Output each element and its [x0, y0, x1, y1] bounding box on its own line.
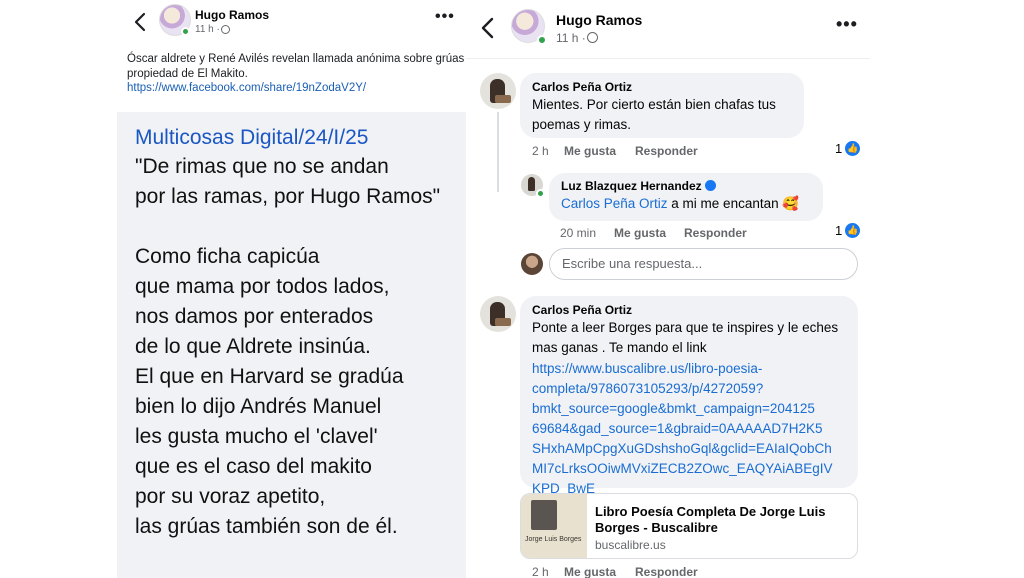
book-cover-image: [531, 500, 557, 530]
comment-link-line: completa/9786073105293/p/4272059?: [532, 381, 764, 396]
commenter-avatar[interactable]: [480, 73, 516, 109]
poem-line: de lo que Aldrete insinúa.: [135, 335, 371, 358]
comment-age: 2 h: [532, 565, 549, 578]
link-preview-card[interactable]: Jorge Luis Borges Libro Poesía Completa …: [520, 493, 858, 559]
comment-age: 2 h: [532, 144, 549, 158]
comment-bubble: Luz Blazquez Hernandez Carlos Peña Ortiz…: [549, 173, 823, 221]
poem-line: Como ficha capicúa: [135, 245, 320, 268]
poem-line: por su voraz apetito,: [135, 485, 326, 508]
online-indicator: [536, 189, 545, 198]
avatar-figure: [495, 318, 511, 326]
header-divider: [466, 58, 870, 59]
like-count-value: 1: [835, 141, 843, 156]
globe-icon: [587, 32, 598, 43]
comment-age: 20 min: [560, 226, 597, 240]
post-time[interactable]: 11 h ·: [195, 24, 220, 35]
comment-link-line: 69684&gad_source=1&gbraid=0AAAAAD7H2K5: [532, 421, 823, 436]
screenshot-root: Hugo Ramos 11 h · ••• Óscar aldrete y Re…: [0, 0, 1024, 578]
reply-button[interactable]: Responder: [635, 144, 698, 158]
comments-panel: Hugo Ramos 11 h · ••• Carlos Peña Ortiz …: [466, 0, 876, 578]
back-arrow-icon[interactable]: [131, 10, 151, 34]
poem-line: les gusta mucho el 'clavel': [135, 425, 378, 448]
comment-link[interactable]: https://www.buscalibre.us/libro-poesia- …: [532, 359, 846, 499]
like-icon: 👍: [845, 141, 861, 156]
post-time[interactable]: 11 h ·: [556, 31, 586, 45]
comment-link-line: bmkt_source=google&bmkt_campaign=204125: [532, 401, 815, 416]
thread-line: [497, 112, 499, 192]
reply-button[interactable]: Responder: [684, 226, 747, 240]
comment-author-name: Luz Blazquez Hernandez: [561, 179, 702, 193]
avatar-figure: [528, 177, 535, 191]
comment-text: Ponte a leer Borges para que te inspires…: [532, 320, 839, 355]
poem-line: las grúas también son de él.: [135, 515, 398, 538]
like-button[interactable]: Me gusta: [614, 226, 666, 240]
verified-icon: [704, 180, 716, 191]
comment-bubble: Carlos Peña Ortiz Ponte a leer Borges pa…: [520, 296, 858, 496]
author-name[interactable]: Hugo Ramos: [195, 8, 269, 22]
comment-text: Carlos Peña Ortiz a mi me encantan 🥰: [561, 194, 811, 214]
comment-author[interactable]: Carlos Peña Ortiz: [532, 303, 846, 317]
comment-text-body: a mi me encantan 🥰: [667, 196, 800, 211]
poem-box: Multicosas Digital/24/I/25 "De rimas que…: [117, 112, 466, 578]
preview-image-author: Jorge Luis Borges: [525, 536, 582, 543]
comment-author[interactable]: Luz Blazquez Hernandez: [561, 179, 811, 193]
comment-link-line: https://www.buscalibre.us/libro-poesia-: [532, 361, 763, 376]
commenter-avatar[interactable]: [480, 296, 516, 332]
avatar-figure: [495, 95, 511, 103]
poem-line: El que en Harvard se gradúa: [135, 365, 404, 388]
globe-icon: [221, 25, 230, 34]
like-icon: 👍: [845, 223, 861, 238]
poem-line: nos damos por enterados: [135, 305, 374, 328]
poem-title: Multicosas Digital/24/I/25: [135, 126, 369, 149]
current-user-avatar: [521, 253, 543, 275]
more-options-icon[interactable]: •••: [836, 14, 858, 35]
preview-title: Libro Poesía Completa De Jorge Luis Borg…: [595, 504, 826, 535]
author-name[interactable]: Hugo Ramos: [556, 12, 642, 28]
comment-bubble: Carlos Peña Ortiz Mientes. Por cierto es…: [520, 73, 804, 138]
reply-input[interactable]: Escribe una respuesta...: [549, 248, 858, 280]
like-count[interactable]: 1 👍: [835, 223, 861, 238]
poem-line: que es el caso del makito: [135, 455, 372, 478]
back-arrow-icon[interactable]: [478, 14, 498, 42]
online-indicator: [181, 27, 190, 36]
comment-link-line: MI7cLrksOOiwMVxiZECB2ZOwc_EAQYAiABEgIV: [532, 461, 833, 476]
left-post-panel: Hugo Ramos 11 h · ••• Óscar aldrete y Re…: [117, 0, 466, 578]
reply-button[interactable]: Responder: [635, 565, 698, 578]
preview-thumbnail: Jorge Luis Borges: [521, 494, 587, 558]
poem-line: bien lo dijo Andrés Manuel: [135, 395, 382, 418]
comment-text: Mientes. Por cierto están bien chafas tu…: [532, 97, 776, 132]
more-options-icon[interactable]: •••: [435, 8, 455, 26]
post-description: Óscar aldrete y René Avilés revelan llam…: [127, 53, 465, 80]
like-button[interactable]: Me gusta: [564, 565, 616, 578]
poem-line: "De rimas que no se andan: [135, 155, 389, 178]
mention-link[interactable]: Carlos Peña Ortiz: [561, 196, 668, 211]
like-count-value: 1: [835, 223, 843, 238]
preview-domain: buscalibre.us: [595, 538, 666, 552]
comment-link-line: SHxhAMpCpgXuGDshshoGql&gclid=EAIaIQobCh: [532, 441, 832, 456]
poem-line: que mama por todos lados,: [135, 275, 390, 298]
post-link[interactable]: https://www.facebook.com/share/19nZodaV2…: [127, 82, 366, 94]
like-count[interactable]: 1 👍: [835, 141, 861, 156]
like-button[interactable]: Me gusta: [564, 144, 616, 158]
online-indicator: [537, 35, 547, 45]
comment-author[interactable]: Carlos Peña Ortiz: [532, 80, 792, 94]
poem-line: por las ramas, por Hugo Ramos": [135, 185, 441, 208]
